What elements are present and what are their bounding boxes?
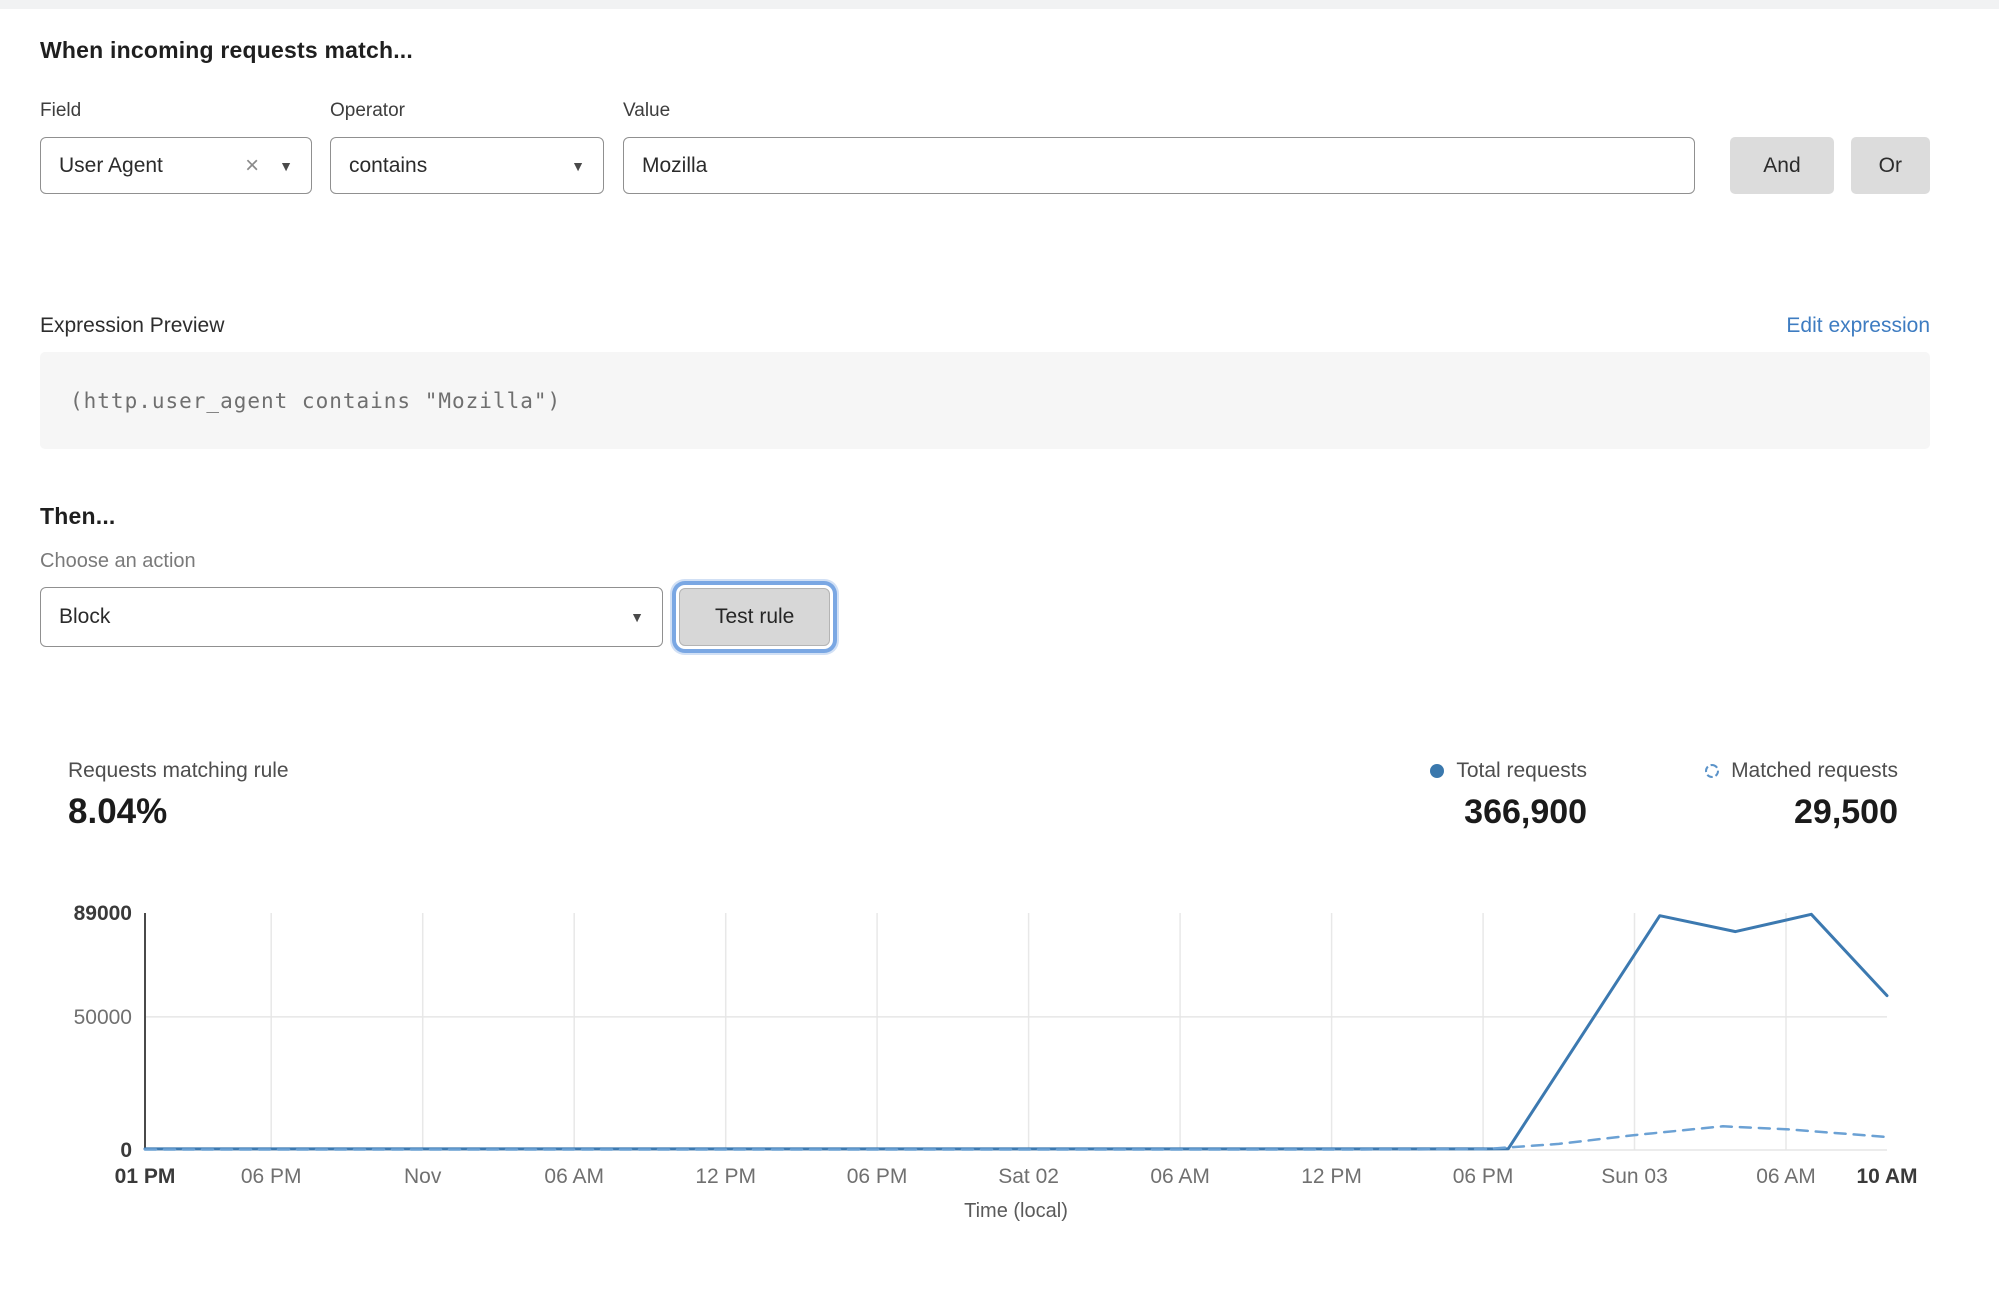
- chevron-down-icon[interactable]: ▼: [630, 610, 644, 624]
- svg-text:06 AM: 06 AM: [1756, 1165, 1816, 1188]
- condition-row: Field User Agent × ▼ Operator contains ▼…: [40, 100, 1930, 194]
- operator-select-value: contains: [349, 154, 427, 178]
- total-requests-value: 366,900: [1464, 793, 1587, 832]
- chart-area: 0 50000 89000 01 PM 06 PM Nov 06 AM 12 PM 06 PM S…: [40, 890, 1930, 1235]
- match-section-title: When incoming requests match...: [40, 37, 1930, 64]
- matched-requests-legend: Matched requests: [1705, 759, 1898, 783]
- page-top-strip: [0, 0, 1999, 9]
- total-requests-stat: Total requests 366,900: [1430, 759, 1587, 832]
- value-column: Value: [623, 100, 1695, 194]
- matched-requests-value: 29,500: [1794, 793, 1898, 832]
- field-select[interactable]: User Agent × ▼: [40, 137, 312, 194]
- firewall-rule-editor: When incoming requests match... Field Us…: [0, 37, 1999, 1235]
- svg-text:06 AM: 06 AM: [544, 1165, 604, 1188]
- field-select-icons: × ▼: [245, 154, 293, 178]
- svg-text:06 PM: 06 PM: [241, 1165, 302, 1188]
- operator-label: Operator: [330, 100, 604, 122]
- field-label: Field: [40, 100, 312, 122]
- svg-text:06 AM: 06 AM: [1150, 1165, 1210, 1188]
- chart-legend: Total requests 366,900 Matched requests …: [1430, 759, 1930, 832]
- matched-requests-label: Matched requests: [1731, 759, 1898, 783]
- svg-text:0: 0: [120, 1139, 132, 1162]
- svg-text:10 AM: 10 AM: [1856, 1165, 1917, 1188]
- requests-matching-stat: Requests matching rule 8.04%: [68, 759, 289, 832]
- svg-text:Sun 03: Sun 03: [1601, 1165, 1668, 1188]
- test-rule-button[interactable]: Test rule: [679, 588, 830, 646]
- expression-preview-box: (http.user_agent contains "Mozilla"): [40, 352, 1930, 449]
- total-requests-label: Total requests: [1456, 759, 1587, 783]
- and-button[interactable]: And: [1730, 137, 1833, 194]
- action-select[interactable]: Block ▼: [40, 587, 663, 647]
- expression-preview-label: Expression Preview: [40, 314, 224, 338]
- then-section-title: Then...: [40, 503, 1930, 530]
- action-row: Block ▼ Test rule: [40, 587, 1930, 647]
- expression-code: (http.user_agent contains "Mozilla"): [70, 389, 561, 413]
- and-or-buttons: And Or: [1730, 137, 1930, 194]
- matched-requests-stat: Matched requests 29,500: [1705, 759, 1898, 832]
- total-requests-legend: Total requests: [1430, 759, 1587, 783]
- action-select-value: Block: [59, 605, 110, 629]
- chevron-down-icon[interactable]: ▼: [571, 159, 585, 173]
- svg-text:12 PM: 12 PM: [695, 1165, 756, 1188]
- matched-requests-circle-icon: [1705, 764, 1719, 778]
- stats-row: Requests matching rule 8.04% Total reque…: [40, 759, 1930, 832]
- edit-expression-link[interactable]: Edit expression: [1786, 314, 1930, 338]
- value-input[interactable]: [623, 137, 1695, 194]
- svg-text:06 PM: 06 PM: [847, 1165, 908, 1188]
- svg-text:Time (local): Time (local): [964, 1200, 1068, 1222]
- operator-select[interactable]: contains ▼: [330, 137, 604, 194]
- svg-text:50000: 50000: [74, 1006, 132, 1029]
- field-column: Field User Agent × ▼: [40, 100, 312, 194]
- choose-action-label: Choose an action: [40, 550, 1930, 573]
- svg-text:12 PM: 12 PM: [1301, 1165, 1362, 1188]
- total-requests-dot-icon: [1430, 764, 1444, 778]
- expression-header: Expression Preview Edit expression: [40, 314, 1930, 338]
- requests-chart: 0 50000 89000 01 PM 06 PM Nov 06 AM 12 PM 06 PM S…: [40, 890, 1930, 1230]
- clear-icon[interactable]: ×: [245, 154, 259, 178]
- or-button[interactable]: Or: [1851, 137, 1930, 194]
- value-label: Value: [623, 100, 1695, 122]
- requests-matching-label: Requests matching rule: [68, 759, 289, 783]
- chevron-down-icon[interactable]: ▼: [279, 159, 293, 173]
- operator-column: Operator contains ▼: [330, 100, 604, 194]
- svg-text:06 PM: 06 PM: [1453, 1165, 1514, 1188]
- svg-text:89000: 89000: [74, 902, 132, 925]
- svg-text:Sat 02: Sat 02: [998, 1165, 1059, 1188]
- svg-text:01 PM: 01 PM: [115, 1165, 176, 1188]
- svg-text:Nov: Nov: [404, 1165, 442, 1188]
- field-select-value: User Agent: [59, 154, 163, 178]
- requests-matching-value: 8.04%: [68, 792, 289, 832]
